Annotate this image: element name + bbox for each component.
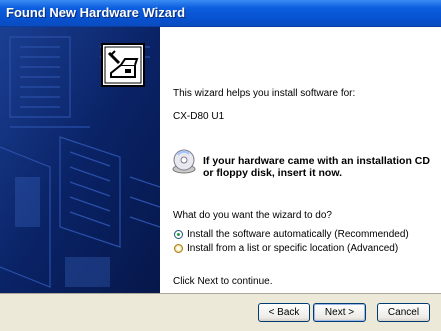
title-bar[interactable]: Found New Hardware Wizard [0,0,441,27]
cancel-button[interactable]: Cancel [377,303,430,322]
option-automatic[interactable]: Install the software automatically (Reco… [174,228,409,241]
radio-specific-location[interactable] [174,244,183,253]
cd-note-line-1: If your hardware came with an installati… [203,155,430,167]
radio-automatic[interactable] [174,230,183,239]
option-automatic-label[interactable]: Install the software automatically (Reco… [187,229,409,240]
back-button[interactable]: < Back [258,303,310,322]
cd-note-line-2: or floppy disk, insert it now. [203,167,343,179]
button-bar: < Back Next > Cancel [0,293,441,331]
option-specific-location[interactable]: Install from a list or specific location… [174,242,398,255]
next-button[interactable]: Next > [313,303,366,322]
device-name: CX-D80 U1 [173,111,225,122]
hardware-wizard-icon [101,43,145,87]
cd-icon [172,149,196,175]
continue-text: Click Next to continue. [173,276,273,287]
window-title: Found New Hardware Wizard [6,5,186,20]
option-specific-location-label[interactable]: Install from a list or specific location… [187,243,398,254]
intro-text: This wizard helps you install software f… [173,88,356,99]
question-text: What do you want the wizard to do? [173,210,332,221]
cd-note: If your hardware came with an installati… [203,155,430,179]
wizard-window: Found New Hardware Wizard This wizard he… [0,0,441,331]
